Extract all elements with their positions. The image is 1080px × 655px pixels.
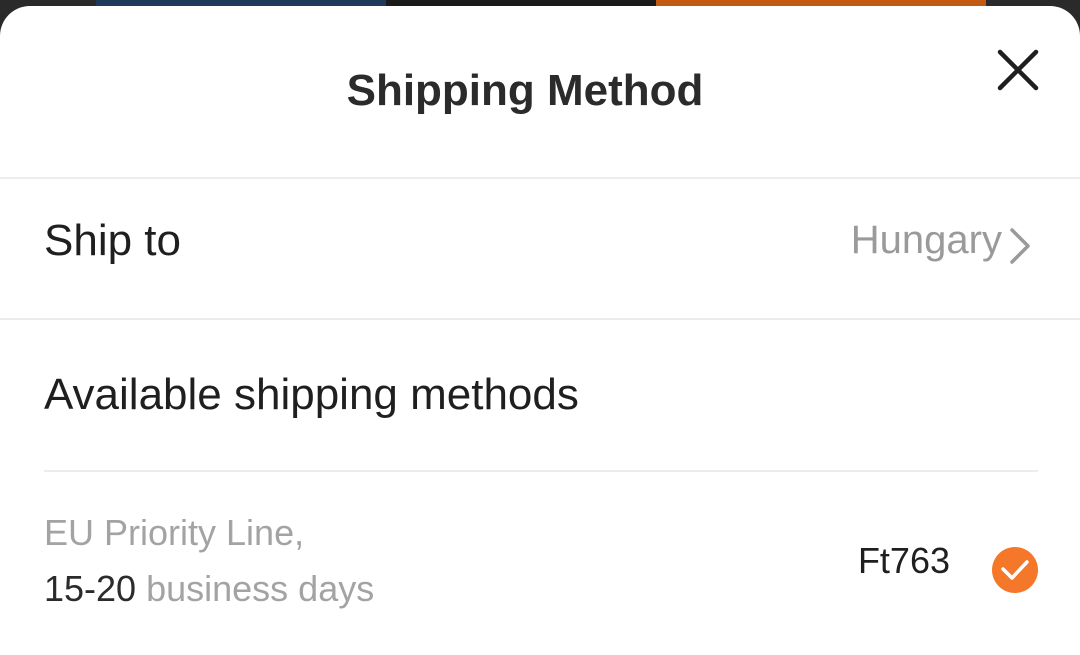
delivery-days-unit: business days <box>146 568 375 609</box>
delivery-days-range: 15-20 <box>44 568 137 609</box>
close-button[interactable] <box>990 44 1046 100</box>
page-title: Shipping Method <box>346 66 704 115</box>
method-price: Ft763 <box>857 540 950 581</box>
delivery-time: 15-20 business days <box>44 568 374 610</box>
divider <box>0 318 1080 320</box>
shipping-method-option[interactable]: EU Priority Line, 15-20 business days Ft… <box>0 474 1080 655</box>
check-circle-icon[interactable] <box>991 546 1039 594</box>
divider <box>0 177 1080 179</box>
ship-to-label: Ship to <box>44 216 181 265</box>
ship-to-row[interactable]: Ship to Hungary <box>0 180 1080 318</box>
chevron-right-icon <box>1010 228 1030 264</box>
close-icon <box>997 49 1039 91</box>
section-title: Available shipping methods <box>44 370 579 419</box>
sheet-header: Shipping Method <box>0 6 1080 178</box>
divider <box>44 470 1038 472</box>
method-name: EU Priority Line, <box>44 512 305 553</box>
ship-to-country: Hungary <box>850 218 1002 262</box>
shipping-method-sheet: Shipping Method Ship to Hungary Availabl… <box>0 6 1080 655</box>
